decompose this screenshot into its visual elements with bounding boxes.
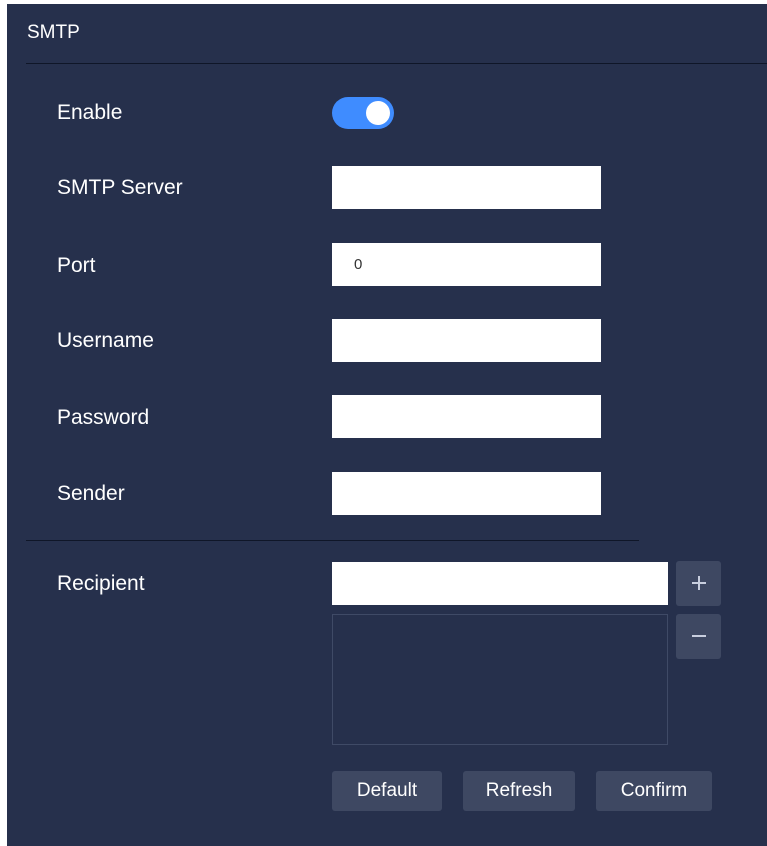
username-field[interactable] [332,319,601,362]
sender-field[interactable] [332,472,601,515]
remove-recipient-button[interactable] [676,614,721,659]
password-label: Password [57,406,150,429]
default-button[interactable]: Default [332,771,442,811]
section-divider [26,540,639,541]
username-label: Username [57,329,154,352]
password-field[interactable] [332,395,601,438]
port-label: Port [57,254,96,277]
refresh-button[interactable]: Refresh [463,771,575,811]
add-recipient-button[interactable] [676,561,721,606]
confirm-button[interactable]: Confirm [596,771,712,811]
toggle-knob [366,101,390,125]
recipient-label: Recipient [57,572,145,595]
enable-label: Enable [57,101,123,124]
recipient-list[interactable] [332,614,668,745]
header-divider [26,63,767,64]
recipient-input[interactable] [332,562,668,605]
smtp-server-field[interactable] [332,166,601,209]
enable-toggle[interactable] [332,97,394,129]
panel-title: SMTP [27,22,80,43]
sender-label: Sender [57,482,125,505]
smtp-settings-panel: SMTP Enable SMTP Server Port Username Pa… [7,4,767,846]
port-field[interactable] [332,243,601,286]
smtp-server-label: SMTP Server [57,176,183,199]
